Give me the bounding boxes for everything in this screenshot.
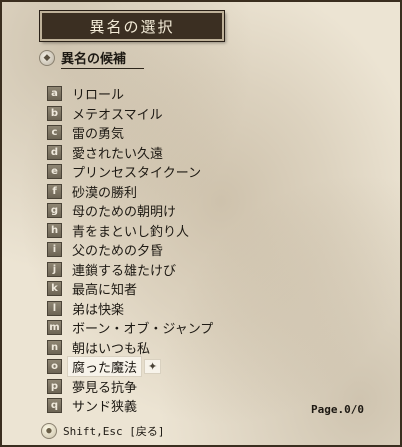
item-label[interactable]: 父のための夕昏 <box>72 240 163 259</box>
item-label[interactable]: メテオスマイル <box>72 104 163 123</box>
section-header: ◆ 異名の候補 <box>39 48 145 69</box>
list-item-n[interactable]: n 朝はいつも私 <box>47 338 247 358</box>
item-label[interactable]: 弟は快楽 <box>72 299 124 318</box>
hotkey-l[interactable]: l <box>47 300 62 316</box>
hotkey-f[interactable]: f <box>47 183 62 199</box>
selection-cursor-icon: ✦ <box>145 360 161 374</box>
hotkey-h[interactable]: h <box>47 222 62 238</box>
hotkey-m[interactable]: m <box>47 320 62 336</box>
window-title: 異名の選択 <box>40 11 224 41</box>
back-hint[interactable]: Shift,Esc [戻る] <box>63 423 164 439</box>
item-label[interactable]: 愛されたい久遠 <box>72 143 163 162</box>
item-label[interactable]: リロール <box>72 84 124 103</box>
list-item-g[interactable]: g 母のための朝明け <box>47 201 247 221</box>
lightbulb-icon: ● <box>41 423 57 439</box>
list-item-p[interactable]: p 夢見る抗争 <box>47 377 247 397</box>
hotkey-d[interactable]: d <box>47 144 62 160</box>
item-label[interactable]: 連鎖する雄たけび <box>72 260 176 279</box>
item-label[interactable]: 朝はいつも私 <box>72 338 150 357</box>
list-item-e[interactable]: e プリンセスタイクーン <box>47 162 247 182</box>
list-item-q[interactable]: q サンド狭義 <box>47 396 247 416</box>
name-selection-window: 異名の選択 ◆ 異名の候補 a リロール b メテオスマイル c 雷の勇気 d 愛されたい久遠… <box>0 0 402 447</box>
item-label[interactable]: 母のための朝明け <box>72 201 176 220</box>
hotkey-j[interactable]: j <box>47 261 62 277</box>
list-item-i[interactable]: i 父のための夕昏 <box>47 240 247 260</box>
hotkey-n[interactable]: n <box>47 339 62 355</box>
footer-hint: ● Shift,Esc [戻る] <box>41 423 164 439</box>
hotkey-g[interactable]: g <box>47 203 62 219</box>
diamond-icon: ◆ <box>39 50 55 66</box>
hotkey-a[interactable]: a <box>47 86 62 102</box>
hotkey-p[interactable]: p <box>47 378 62 394</box>
item-label[interactable]: 腐った魔法 <box>68 357 142 377</box>
page-indicator: Page.0/0 <box>311 403 364 416</box>
hotkey-k[interactable]: k <box>47 281 62 297</box>
item-label[interactable]: 青をまといし釣り人 <box>72 221 189 240</box>
item-label[interactable]: 夢見る抗争 <box>72 377 137 396</box>
candidate-list: a リロール b メテオスマイル c 雷の勇気 d 愛されたい久遠 e プリンセスタイクーン f 砂漠… <box>47 84 247 416</box>
item-label[interactable]: サンド狭義 <box>72 396 137 415</box>
hotkey-e[interactable]: e <box>47 164 62 180</box>
list-item-m[interactable]: m ボーン・オブ・ジャンプ <box>47 318 247 338</box>
item-label[interactable]: 砂漠の勝利 <box>72 182 137 201</box>
section-header-label: 異名の候補 <box>61 48 145 69</box>
hotkey-q[interactable]: q <box>47 398 62 414</box>
list-item-h[interactable]: h 青をまといし釣り人 <box>47 221 247 241</box>
item-label[interactable]: 雷の勇気 <box>72 123 124 142</box>
list-item-d[interactable]: d 愛されたい久遠 <box>47 143 247 163</box>
item-label[interactable]: ボーン・オブ・ジャンプ <box>72 318 213 337</box>
list-item-j[interactable]: j 連鎖する雄たけび <box>47 260 247 280</box>
list-item-o[interactable]: o 腐った魔法 ✦ <box>47 357 247 377</box>
hotkey-o[interactable]: o <box>47 359 62 375</box>
list-item-a[interactable]: a リロール <box>47 84 247 104</box>
list-item-l[interactable]: l 弟は快楽 <box>47 299 247 319</box>
hotkey-b[interactable]: b <box>47 105 62 121</box>
item-label[interactable]: 最高に知者 <box>72 279 137 298</box>
list-item-f[interactable]: f 砂漠の勝利 <box>47 182 247 202</box>
item-label[interactable]: プリンセスタイクーン <box>72 162 201 181</box>
hotkey-c[interactable]: c <box>47 125 62 141</box>
list-item-b[interactable]: b メテオスマイル <box>47 104 247 124</box>
hotkey-i[interactable]: i <box>47 242 62 258</box>
list-item-c[interactable]: c 雷の勇気 <box>47 123 247 143</box>
list-item-k[interactable]: k 最高に知者 <box>47 279 247 299</box>
